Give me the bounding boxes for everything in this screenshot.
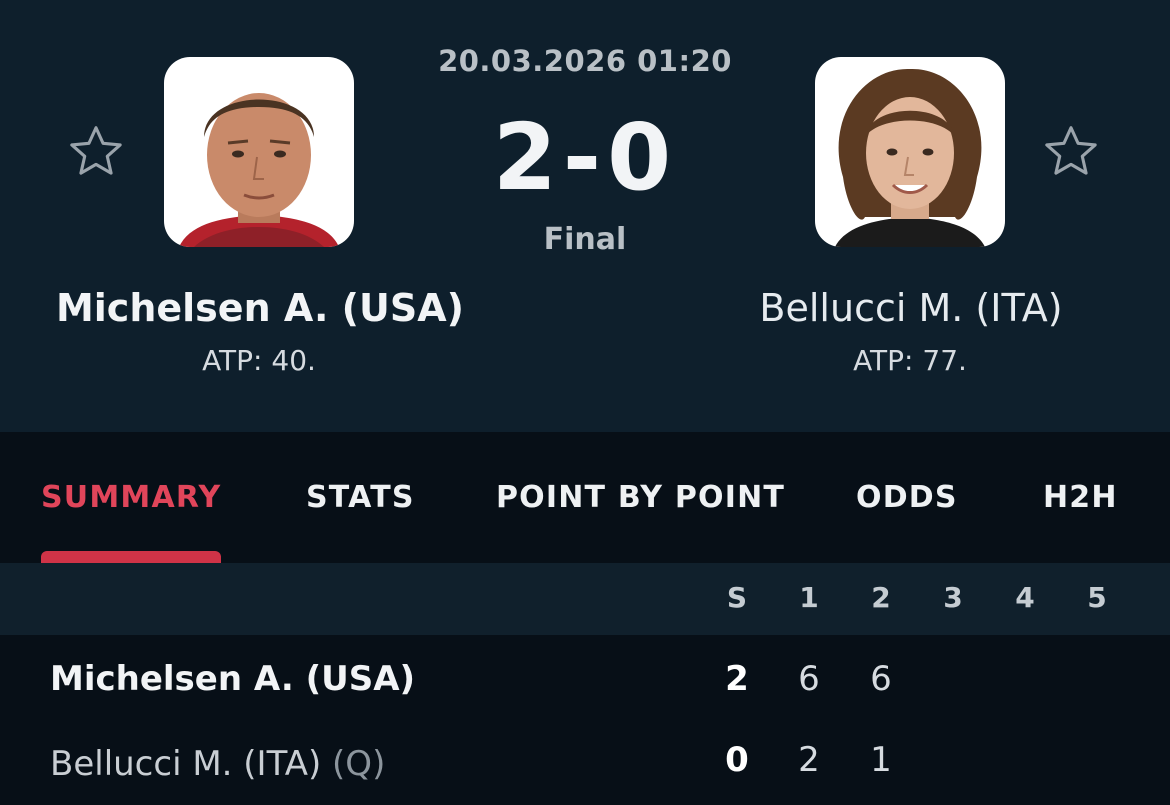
player-name-away[interactable]: Bellucci M. (ITA) — [676, 286, 1146, 330]
favorite-star-icon-home[interactable] — [64, 120, 128, 184]
column-header-set-2: 2 — [871, 581, 891, 614]
scoreboard-player-name: Bellucci M. (ITA) (Q) — [50, 744, 386, 784]
set-2-games: 1 — [870, 740, 892, 780]
tab-stats[interactable]: STATS — [306, 480, 415, 515]
player-photo-bellucci — [835, 68, 985, 247]
active-tab-indicator — [41, 551, 221, 563]
match-tabs: SUMMARY STATS POINT BY POINT ODDS H2H — [0, 432, 1170, 563]
tab-point-by-point[interactable]: POINT BY POINT — [496, 480, 785, 515]
player-rank-home: ATP: 40. — [202, 344, 316, 377]
match-status: Final — [543, 222, 627, 257]
column-header-set-4: 4 — [1015, 581, 1035, 614]
qualifier-badge: (Q) — [332, 744, 386, 784]
star-outline-icon — [1045, 126, 1097, 175]
tab-h2h[interactable]: H2H — [1043, 480, 1118, 515]
scoreboard: Michelsen A. (USA) 2 6 6 Bellucci M. (IT… — [0, 635, 1170, 805]
column-header-sets: S — [726, 581, 748, 614]
player-name-home[interactable]: Michelsen A. (USA) — [25, 286, 495, 330]
scoreboard-player-name: Michelsen A. (USA) — [50, 659, 416, 699]
scoreboard-header: S 1 2 3 4 5 — [0, 563, 1170, 635]
player-rank-away: ATP: 77. — [853, 344, 967, 377]
set-1-games: 6 — [798, 659, 820, 699]
sets-won: 2 — [725, 659, 749, 699]
set-2-games: 6 — [870, 659, 892, 699]
tab-odds[interactable]: ODDS — [856, 480, 958, 515]
match-datetime: 20.03.2026 01:20 — [438, 44, 732, 78]
player-avatar-home[interactable] — [164, 57, 354, 247]
set-1-games: 2 — [798, 740, 820, 780]
sets-won: 0 — [725, 740, 749, 780]
favorite-star-icon-away[interactable] — [1039, 120, 1103, 184]
player-photo-michelsen — [179, 93, 339, 247]
match-header: 20.03.2026 01:20 2-0 Final Michelsen A. … — [0, 0, 1170, 432]
scoreboard-row[interactable]: Michelsen A. (USA) 2 6 6 — [0, 635, 1170, 720]
column-header-set-3: 3 — [943, 581, 963, 614]
column-header-set-1: 1 — [799, 581, 819, 614]
scoreboard-row[interactable]: Bellucci M. (ITA) (Q) 0 2 1 — [0, 720, 1170, 805]
star-outline-icon — [70, 126, 122, 175]
match-score: 2-0 — [492, 104, 678, 211]
tab-summary[interactable]: SUMMARY — [41, 480, 221, 515]
player-avatar-away[interactable] — [815, 57, 1005, 247]
column-header-set-5: 5 — [1087, 581, 1107, 614]
